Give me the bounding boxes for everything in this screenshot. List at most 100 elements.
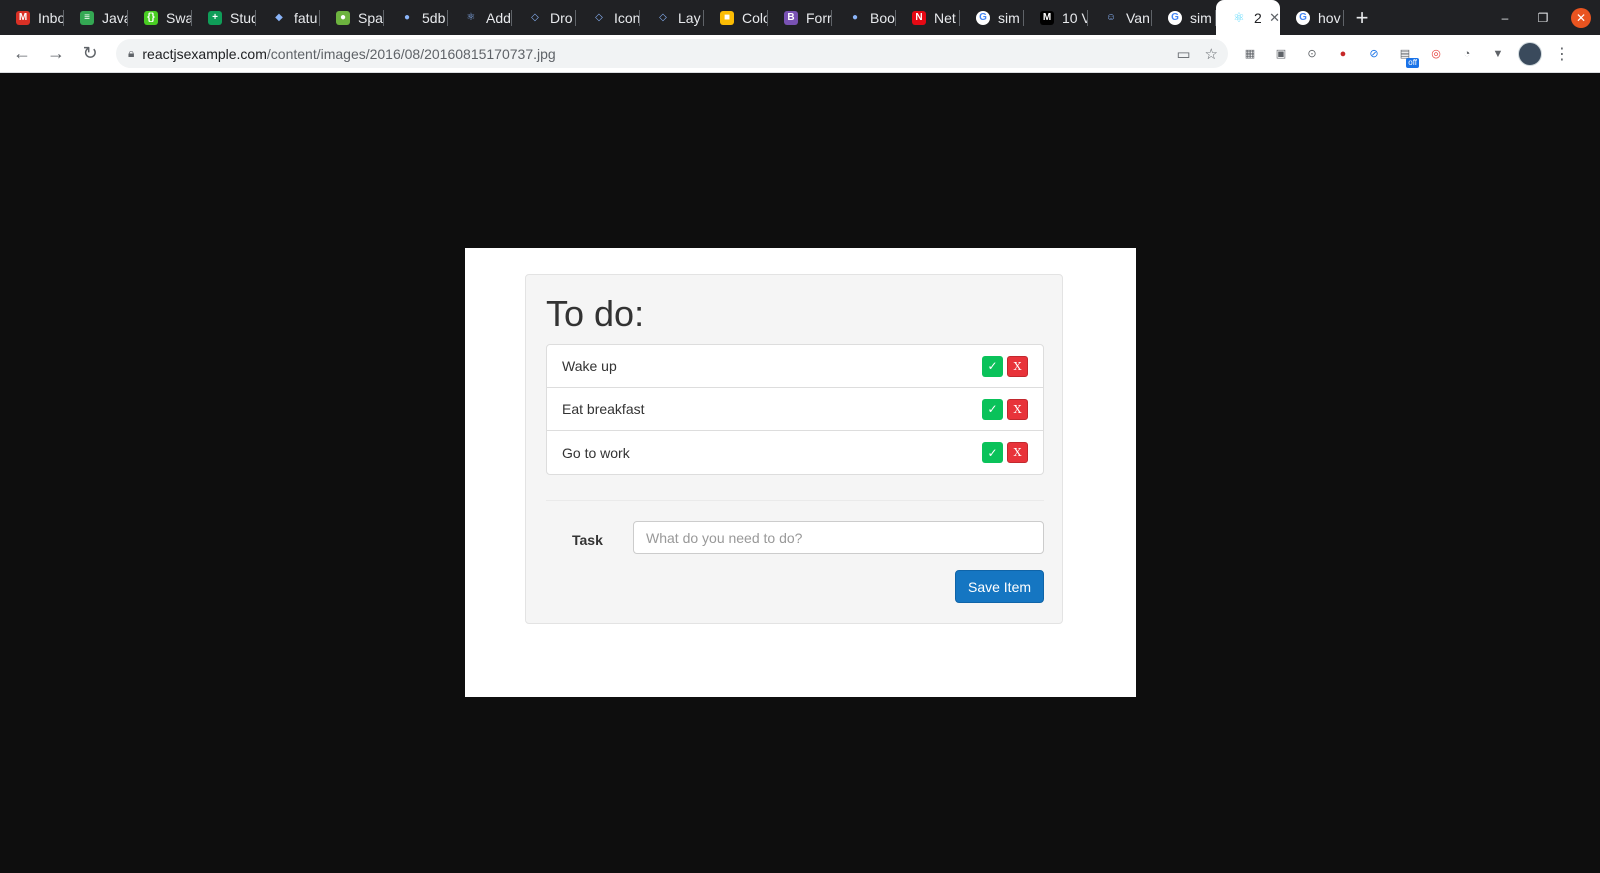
extension-off-icon[interactable]: ▤ off bbox=[1395, 44, 1419, 68]
item-text: Go to work bbox=[562, 444, 630, 461]
google-icon: G bbox=[1168, 10, 1182, 25]
tab[interactable]: ◆ fatu bbox=[256, 0, 320, 35]
back-button[interactable]: ← bbox=[6, 38, 38, 70]
list-item: Go to work ✓ X bbox=[547, 431, 1043, 474]
lock-icon: 🔒︎ bbox=[128, 46, 135, 60]
tab[interactable]: ◇ Dro bbox=[512, 0, 576, 35]
address-bar[interactable]: 🔒︎ reactjsexample.com/content/images/201… bbox=[116, 39, 1228, 68]
reload-icon: ↻ bbox=[82, 43, 98, 63]
netflix-icon: N bbox=[912, 10, 926, 25]
profile-avatar[interactable] bbox=[1518, 41, 1542, 66]
tab[interactable]: ● Spa bbox=[320, 0, 384, 35]
close-window-button[interactable]: ✕ bbox=[1562, 0, 1600, 35]
delete-button[interactable]: X bbox=[1007, 442, 1028, 463]
tab-label: sim bbox=[1190, 9, 1212, 26]
tab[interactable]: ⚛ Add bbox=[448, 0, 512, 35]
item-text: Eat breakfast bbox=[562, 401, 645, 417]
gmail-icon: M bbox=[16, 10, 30, 25]
tab-label: fatu bbox=[294, 9, 318, 26]
extension-code-icon[interactable]: ⊙ bbox=[1302, 44, 1322, 64]
diamond-icon: ◇ bbox=[659, 12, 667, 23]
tab-label: Icon bbox=[614, 9, 640, 26]
tab[interactable]: Gsim bbox=[1152, 0, 1216, 35]
tab-active[interactable]: ⚛ 2 ✕ bbox=[1216, 0, 1280, 35]
displayed-image: To do: Wake up ✓ X Eat breakfast ✓ X Go … bbox=[465, 248, 1136, 697]
todo-list: Wake up ✓ X Eat breakfast ✓ X Go to work… bbox=[546, 344, 1044, 475]
done-button[interactable]: ✓ bbox=[982, 442, 1003, 463]
person-icon: ☺ bbox=[1105, 12, 1117, 23]
tab-label: 10 V bbox=[1062, 9, 1088, 26]
google-icon: G bbox=[1296, 10, 1310, 25]
extension-block-icon[interactable]: ● bbox=[1333, 44, 1353, 64]
extension-timer-icon[interactable]: ◔ bbox=[1457, 44, 1477, 64]
browser-toolbar: ← → ↻ 🔒︎ reactjsexample.com/content/imag… bbox=[0, 35, 1600, 73]
badge-off: off bbox=[1406, 57, 1419, 68]
tab[interactable]: ● Boo bbox=[832, 0, 896, 35]
page-title: To do: bbox=[546, 293, 645, 334]
window-controls: – ❐ ✕ bbox=[1486, 0, 1600, 35]
forward-button[interactable]: → bbox=[40, 38, 72, 70]
tab-label: 5db bbox=[422, 9, 446, 26]
tab-label: Add bbox=[486, 9, 511, 26]
shield-icon: ◆ bbox=[275, 12, 283, 23]
close-icon: ✕ bbox=[1571, 7, 1591, 28]
url-path: /content/images/2016/08/20160815170737.j… bbox=[266, 45, 556, 62]
tab[interactable]: N Net bbox=[896, 0, 960, 35]
diamond-icon: ◇ bbox=[531, 12, 539, 23]
sheets-icon: + bbox=[208, 10, 222, 25]
delete-button[interactable]: X bbox=[1007, 355, 1028, 377]
tab-label: Spa bbox=[358, 9, 383, 26]
swagger-icon: {} bbox=[144, 10, 158, 25]
google-icon: G bbox=[976, 10, 990, 25]
bookmark-star-icon[interactable]: ☆ bbox=[1205, 45, 1218, 63]
tab[interactable]: M Inbo bbox=[0, 0, 64, 35]
list-item: Wake up ✓ X bbox=[547, 345, 1043, 388]
tab[interactable]: + Stud bbox=[192, 0, 256, 35]
diamond-icon: ◇ bbox=[595, 12, 603, 23]
menu-icon[interactable]: ⋮ bbox=[1554, 44, 1570, 64]
minimize-button[interactable]: – bbox=[1486, 0, 1524, 35]
globe-icon: ● bbox=[403, 12, 411, 23]
restore-button[interactable]: ❐ bbox=[1524, 0, 1562, 35]
delete-button[interactable]: X bbox=[1007, 398, 1028, 420]
tab[interactable]: {} Swa bbox=[128, 0, 192, 35]
extension-grid-icon[interactable]: ▦ bbox=[1240, 44, 1260, 64]
tab[interactable]: ☺ Van bbox=[1088, 0, 1152, 35]
done-button[interactable]: ✓ bbox=[982, 398, 1003, 420]
extensions-bar: ▦ ▣ ⊙ ● ⊘ ▤ off ◎ ◔ ▼ bbox=[1240, 44, 1508, 68]
bootstrap-icon: B bbox=[784, 10, 798, 25]
extension-ban-icon[interactable]: ⊘ bbox=[1364, 44, 1384, 64]
tab-label: Stud bbox=[230, 9, 256, 26]
tab[interactable]: ■ Colo bbox=[704, 0, 768, 35]
tab[interactable]: ● 5db bbox=[384, 0, 448, 35]
list-item: Eat breakfast ✓ X bbox=[547, 388, 1043, 431]
item-text: Wake up bbox=[562, 358, 617, 374]
extension-lastpass-icon[interactable]: ◎ bbox=[1426, 44, 1446, 64]
done-button[interactable]: ✓ bbox=[982, 355, 1003, 377]
tab-label: hov bbox=[1318, 9, 1341, 26]
tab-last[interactable]: G hov bbox=[1280, 0, 1344, 35]
tab-list: M Inbo ≡ Java {} Swa + Stud ◆ fatu ● Spa ● 5db ⚛ Add ◇ Dr… bbox=[0, 0, 1216, 35]
cast-icon[interactable]: ▭ bbox=[1176, 45, 1190, 63]
save-item-button[interactable]: Save Item bbox=[955, 570, 1044, 603]
new-tab-button[interactable]: + bbox=[1344, 0, 1380, 35]
tab[interactable]: M 10 V bbox=[1024, 0, 1088, 35]
code-icon: ≡ bbox=[80, 10, 94, 25]
tab[interactable]: ◇ Icon bbox=[576, 0, 640, 35]
tab[interactable]: Gsim bbox=[960, 0, 1024, 35]
tab-label: Dro bbox=[550, 9, 573, 26]
globe-icon: ● bbox=[851, 12, 859, 23]
tab-label: 2 bbox=[1254, 9, 1262, 26]
extension-vue-icon[interactable]: ▼ bbox=[1488, 44, 1508, 64]
reload-button[interactable]: ↻ bbox=[74, 38, 106, 70]
task-input[interactable] bbox=[633, 521, 1044, 554]
tab[interactable]: ≡ Java bbox=[64, 0, 128, 35]
tab[interactable]: B Forr bbox=[768, 0, 832, 35]
task-label: Task bbox=[572, 532, 603, 548]
tab[interactable]: ◇ Lay bbox=[640, 0, 704, 35]
close-tab-icon[interactable]: ✕ bbox=[1269, 10, 1280, 26]
extension-image-icon[interactable]: ▣ bbox=[1271, 44, 1291, 64]
arrow-left-icon: ← bbox=[13, 43, 31, 63]
palette-icon: ■ bbox=[720, 10, 734, 25]
browser-tab-strip: M Inbo ≡ Java {} Swa + Stud ◆ fatu ● Spa ● 5db ⚛ Add ◇ Dr… bbox=[0, 0, 1600, 35]
